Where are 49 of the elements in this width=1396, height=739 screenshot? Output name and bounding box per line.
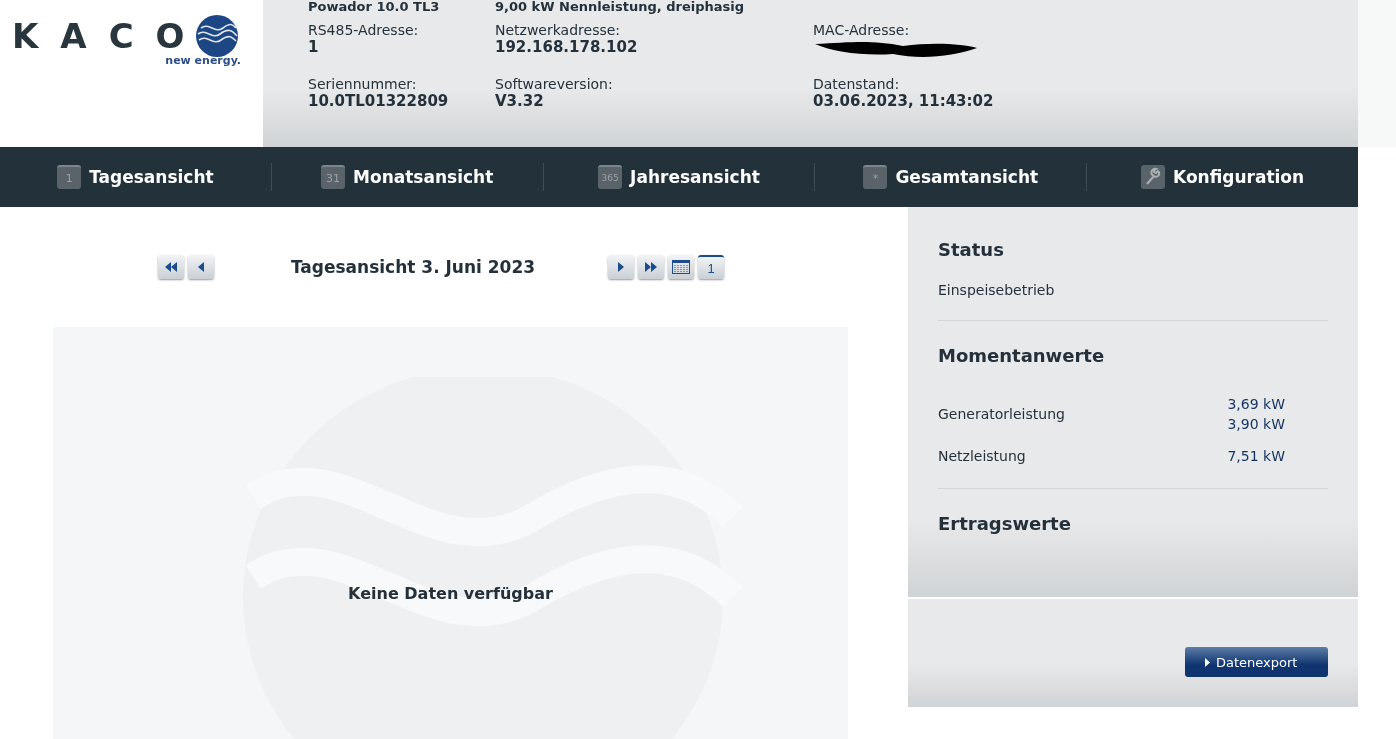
info-value: 03.06.2023, 11:43:02 [813,92,995,111]
calendar-icon: 365 [598,165,623,189]
value-label: Generatorleistung [938,406,1066,422]
logo-tagline: new energy. [165,54,241,67]
value-label: Netzleistung [938,448,1027,464]
info-label: Datenstand: [813,76,901,92]
device-model: Powador 10.0 TL3 [308,0,441,14]
device-rating: 9,00 kW Nennleistung, dreiphasig [495,0,746,14]
nav-tab[interactable]: * Gesamtansicht [815,165,1087,189]
info-value: 192.168.178.102 [495,38,639,57]
first-button[interactable] [158,255,184,279]
info-label: Softwareversion: [495,76,614,92]
right-arrow-icon [618,262,624,272]
previous-button[interactable] [188,255,214,279]
value-reading: 7,51 kW [1227,447,1285,466]
last-button[interactable] [638,255,664,279]
status-text: Einspeisebetrieb [938,282,1056,298]
value-reading: 3,90 kW [1227,415,1285,434]
export-button[interactable]: Datenexport [1185,647,1328,677]
value-reading: 3,69 kW [1227,395,1285,414]
section-heading: Ertragswerte [938,513,1072,534]
calendar-icon: * [863,165,888,189]
info-label: MAC-Adresse: [813,22,911,38]
calendar-icon [672,260,690,274]
left-arrow-icon [198,262,204,272]
nav-tab[interactable]: 365 Jahresansicht [543,165,815,189]
nav-tab[interactable]: Konfiguration [1087,165,1358,189]
double-right-arrow-icon [645,262,657,272]
info-label: RS485-Adresse: [308,22,420,38]
nav-tab[interactable]: 1 Tagesansicht [0,165,271,189]
calendar-icon: 31 [321,165,346,189]
nav-tab[interactable]: 31 Monatsansicht [271,165,543,189]
no-data-message: Keine Daten verfügbar [348,583,553,603]
section-heading: Momentanwerte [938,345,1106,366]
play-icon [1205,657,1210,667]
info-label: Seriennummer: [308,76,418,92]
today-button[interactable]: 1 [698,255,724,279]
logo-wordmark: KACO [12,16,207,56]
info-value: V3.32 [495,92,545,111]
next-button[interactable] [608,255,634,279]
wrench-icon [1141,165,1165,189]
calendar-button[interactable] [668,255,694,279]
info-label: Netzwerkadresse: [495,22,622,38]
date-title: Tagesansicht 3. Juni 2023 [289,257,537,277]
section-heading: Status [938,239,1005,260]
info-value: 10.0TL01322809 [308,92,450,111]
double-left-arrow-icon [165,262,177,272]
info-value: 1 [308,38,320,57]
calendar-icon: 1 [57,165,82,189]
